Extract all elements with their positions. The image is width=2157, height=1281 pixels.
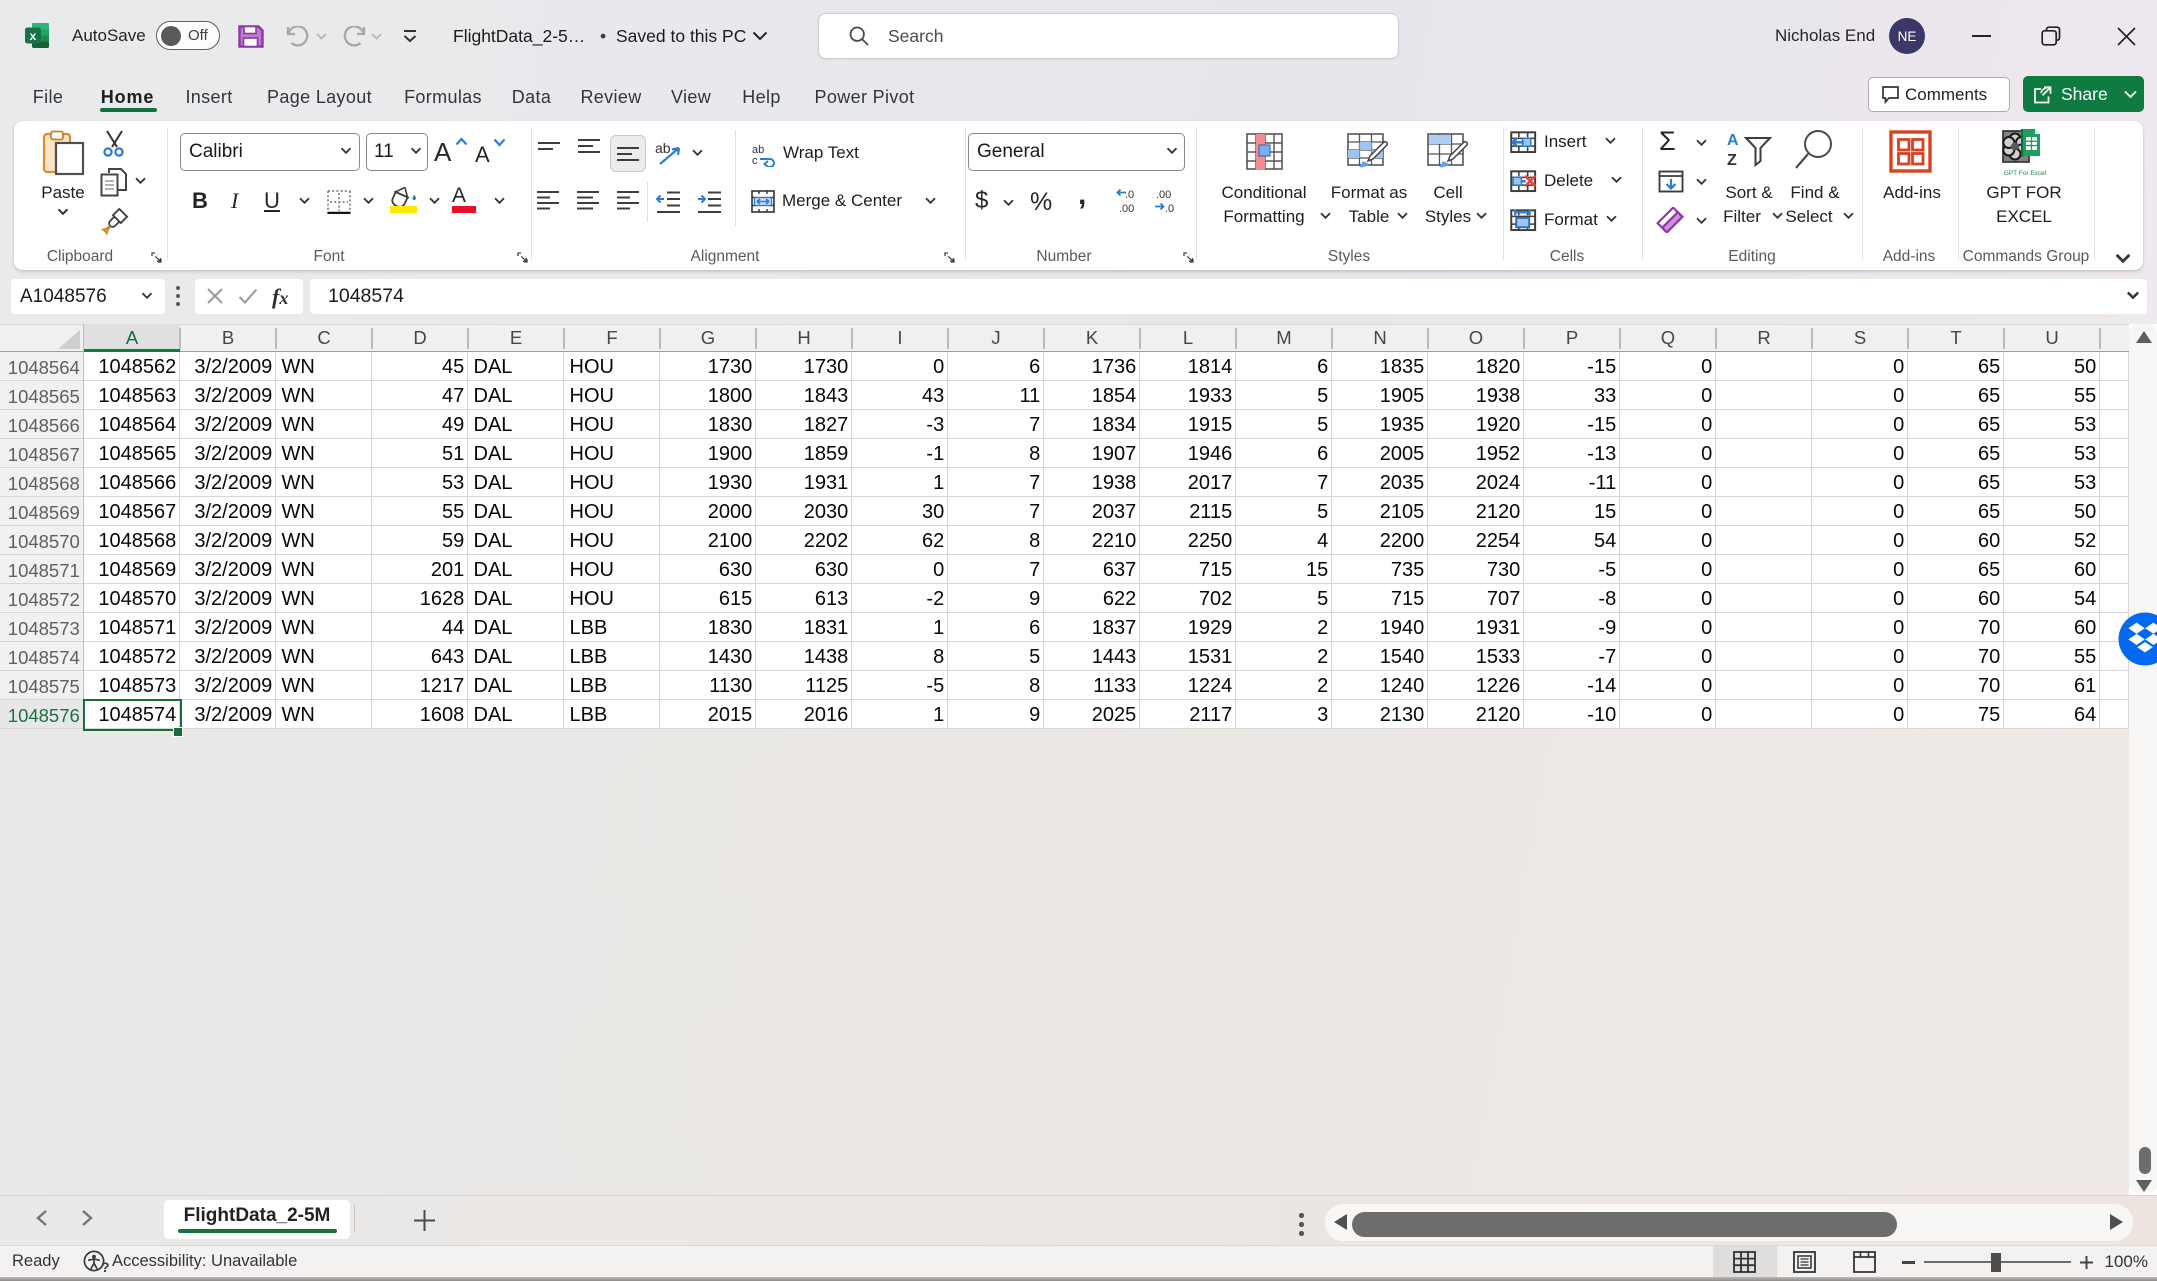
svg-text:.0: .0 (1165, 203, 1174, 214)
svg-text:.00: .00 (1156, 189, 1171, 201)
svg-text:Z: Z (1727, 152, 1737, 169)
svg-text:?: ? (101, 1259, 110, 1274)
svg-text:.0: .0 (1125, 189, 1134, 201)
svg-text:A: A (1727, 132, 1739, 149)
svg-text:c: c (752, 155, 758, 167)
svg-text:ab: ab (655, 140, 671, 156)
svg-text:x: x (30, 29, 37, 43)
svg-text:.00: .00 (1119, 203, 1134, 214)
